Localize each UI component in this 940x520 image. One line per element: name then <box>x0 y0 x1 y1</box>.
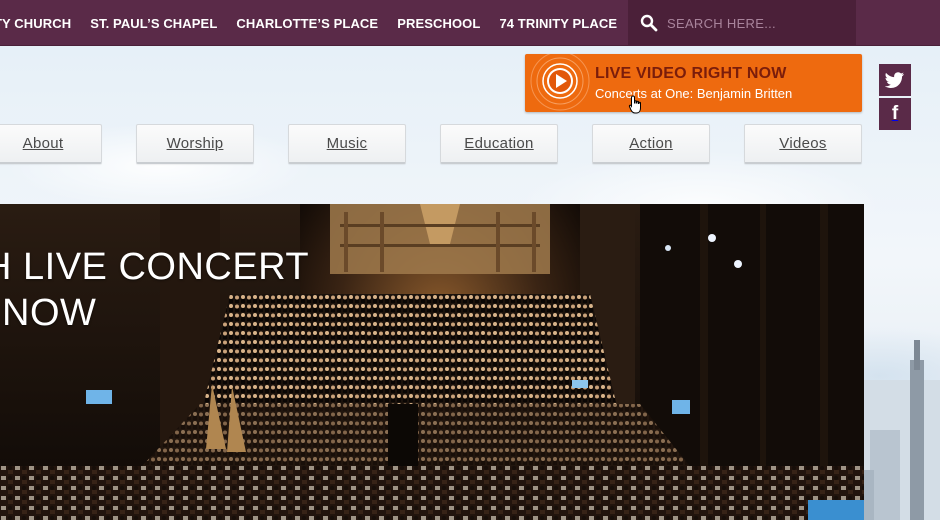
nav-button-action[interactable]: Action <box>592 124 710 164</box>
hero-headline: H LIVE CONCERT NOW <box>0 244 309 336</box>
search-box <box>628 0 856 46</box>
top-nav-74-trinity-place[interactable]: 74 TRINITY PLACE <box>499 16 617 31</box>
live-video-title: LIVE VIDEO RIGHT NOW <box>595 65 787 82</box>
top-nav-trinity-church[interactable]: TY CHURCH <box>0 16 71 31</box>
twitter-icon <box>885 72 904 88</box>
facebook-icon: f <box>891 103 899 124</box>
live-video-subtitle: Concerts at One: Benjamin Britten <box>595 86 793 101</box>
nav-button-worship[interactable]: Worship <box>136 124 254 164</box>
top-nav-st-pauls-chapel[interactable]: ST. PAUL’S CHAPEL <box>90 16 217 31</box>
top-nav-preschool[interactable]: PRESCHOOL <box>397 16 480 31</box>
play-icon <box>530 54 590 111</box>
hero-headline-line2: NOW <box>2 292 97 334</box>
live-video-button[interactable]: LIVE VIDEO RIGHT NOW Concerts at One: Be… <box>525 54 862 112</box>
hand-cursor-icon <box>628 95 641 114</box>
twitter-button[interactable] <box>879 64 911 96</box>
search-icon[interactable] <box>640 14 658 32</box>
nav-button-about[interactable]: About <box>0 124 102 164</box>
top-nav: TY CHURCH ST. PAUL’S CHAPEL CHARLOTTE’S … <box>0 0 636 46</box>
hero-banner[interactable]: H LIVE CONCERT NOW <box>0 204 864 520</box>
hero-headline-line1: H LIVE CONCERT <box>0 246 310 288</box>
nav-button-education[interactable]: Education <box>440 124 558 164</box>
search-input[interactable] <box>667 15 837 31</box>
nav-button-music[interactable]: Music <box>288 124 406 164</box>
top-nav-charlottes-place[interactable]: CHARLOTTE’S PLACE <box>236 16 378 31</box>
main-nav: About Worship Music Education Action Vid… <box>0 124 940 165</box>
nav-button-videos[interactable]: Videos <box>744 124 862 164</box>
top-bar: TY CHURCH ST. PAUL’S CHAPEL CHARLOTTE’S … <box>0 0 940 46</box>
